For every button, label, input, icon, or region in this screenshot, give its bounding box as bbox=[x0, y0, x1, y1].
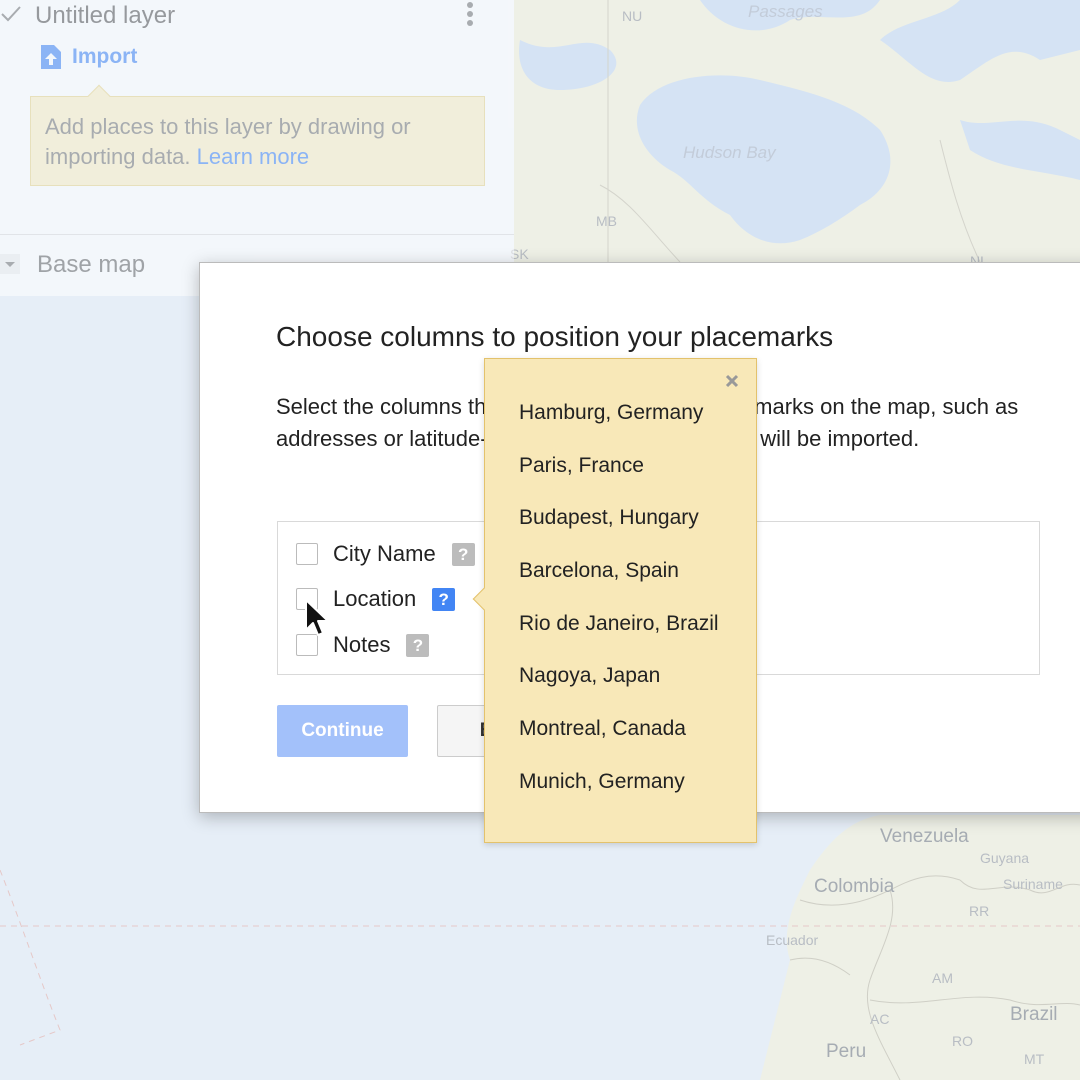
continue-button[interactable]: Continue bbox=[277, 705, 408, 757]
empty-layer-hint: Add places to this layer by drawing or i… bbox=[30, 84, 485, 186]
map-label-brazil: Brazil bbox=[1010, 1004, 1058, 1025]
caret-down-icon[interactable] bbox=[0, 254, 20, 274]
import-label: Import bbox=[72, 45, 138, 68]
sample-value: Munich, Germany bbox=[519, 769, 685, 793]
map-label-mt: MT bbox=[1024, 1051, 1045, 1067]
column-label: Notes bbox=[333, 632, 391, 657]
sample-value: Budapest, Hungary bbox=[519, 506, 699, 530]
help-icon[interactable]: ? bbox=[432, 587, 456, 611]
checkbox-checked-icon[interactable] bbox=[0, 3, 22, 25]
map-label-ac: AC bbox=[870, 1011, 890, 1027]
map-label-ecuador: Ecuador bbox=[766, 932, 819, 948]
map-label-venezuela: Venezuela bbox=[880, 826, 969, 847]
panel-divider bbox=[0, 234, 514, 235]
close-icon[interactable] bbox=[724, 373, 740, 389]
sample-values-list: Hamburg, Germany Paris, France Budapest,… bbox=[519, 401, 719, 823]
sample-value: Nagoya, Japan bbox=[519, 664, 661, 688]
base-map-label[interactable]: Base map bbox=[37, 251, 145, 279]
import-link[interactable]: Import bbox=[40, 44, 137, 70]
sample-value: Hamburg, Germany bbox=[519, 401, 704, 424]
map-label-mb: MB bbox=[596, 213, 617, 229]
sample-value: Paris, France bbox=[519, 453, 644, 477]
map-label-peru: Peru bbox=[826, 1041, 867, 1062]
map-label-guyana: Guyana bbox=[980, 850, 1030, 866]
dialog-title: Choose columns to position your placemar… bbox=[276, 321, 834, 352]
sample-value: Rio de Janeiro, Brazil bbox=[519, 611, 719, 635]
map-label-hudson-bay: Hudson Bay bbox=[683, 143, 776, 162]
sample-value: Barcelona, Spain bbox=[519, 559, 679, 583]
map-label-colombia: Colombia bbox=[814, 876, 895, 897]
map-label-suriname: Suriname bbox=[1003, 876, 1063, 892]
help-icon[interactable]: ? bbox=[406, 633, 430, 657]
mouse-cursor-icon bbox=[305, 599, 329, 636]
location-sample-popover: Hamburg, Germany Paris, France Budapest,… bbox=[472, 358, 757, 843]
file-upload-icon bbox=[41, 45, 61, 69]
map-label-am: AM bbox=[932, 970, 953, 986]
column-label: City Name bbox=[333, 541, 436, 566]
column-label: Location bbox=[333, 586, 417, 611]
map-label-rr: RR bbox=[969, 903, 990, 919]
help-icon[interactable]: ? bbox=[451, 542, 475, 566]
column-option-city-name[interactable]: City Name ? bbox=[296, 541, 475, 567]
layer-title[interactable]: Untitled layer bbox=[35, 2, 175, 30]
learn-more-link[interactable]: Learn more bbox=[197, 144, 310, 169]
map-label-nu: NU bbox=[622, 8, 643, 24]
map-label-passages: Passages bbox=[748, 2, 823, 21]
layers-panel: Untitled layer Import Add places to this… bbox=[0, 0, 514, 296]
sample-value: Montreal, Canada bbox=[519, 717, 686, 741]
hint-pointer bbox=[87, 84, 111, 108]
column-checkbox[interactable] bbox=[296, 543, 318, 565]
more-vert-icon[interactable] bbox=[465, 2, 475, 32]
map-label-ro: RO bbox=[952, 1033, 973, 1049]
